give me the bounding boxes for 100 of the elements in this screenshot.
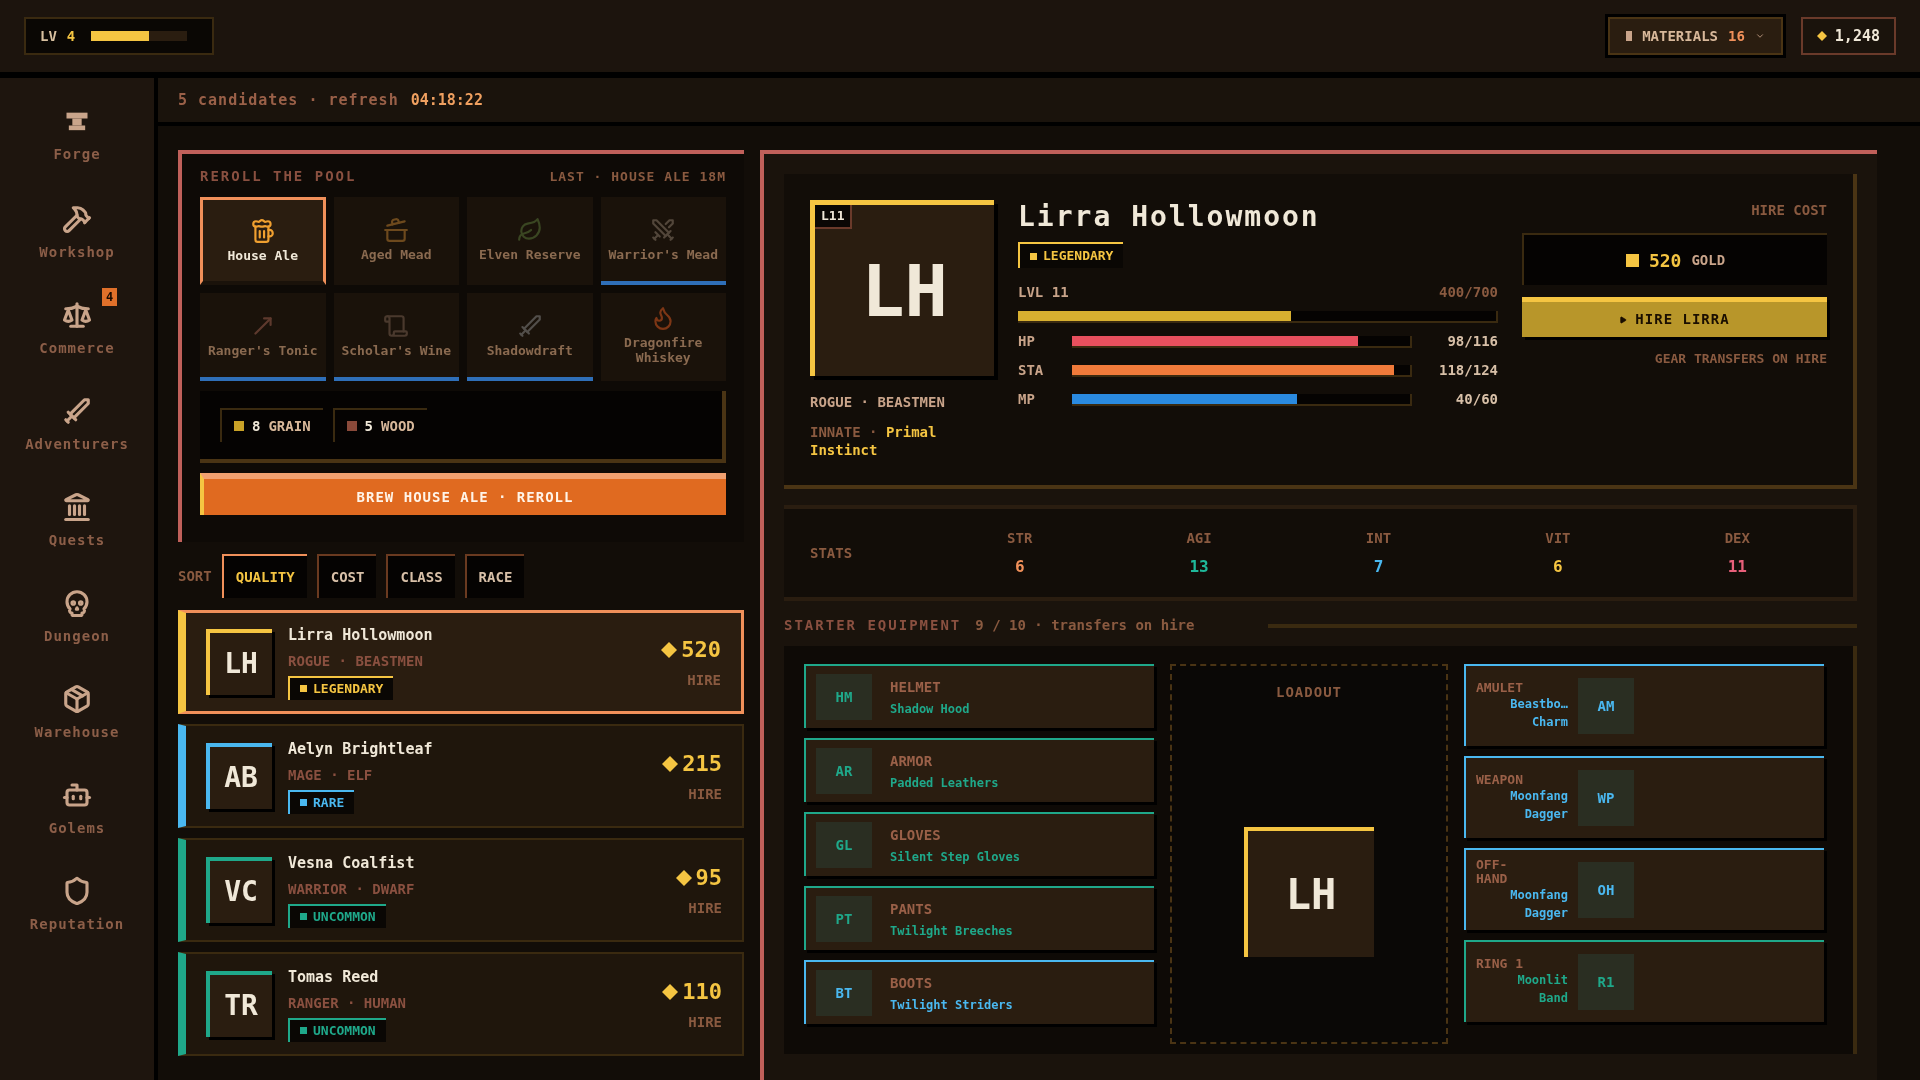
crate-icon [62,684,92,714]
xp-reading: 400/700 [1439,283,1498,302]
candidate-name: Lirra Hollowmoon [288,625,434,647]
ingredient-name: WOOD [381,416,415,436]
avatar: TR [206,971,272,1037]
equipment-slot[interactable]: RING 1 Moonlit Band R1 [1464,940,1824,1022]
brew-button[interactable]: BREW HOUSE ALE · REROLL [200,473,726,515]
brew-tile[interactable]: Aged Mead [333,197,459,285]
slot-code: AM [1578,678,1634,734]
equipment-slot[interactable]: AMULET Beastbo… Charm AM [1464,664,1824,746]
sort-tab[interactable]: QUALITY [221,554,307,598]
hire-label: HIRE [688,899,722,918]
pot-icon [383,216,410,243]
scales-icon [62,300,92,330]
sidebar-item[interactable]: Golems [2,768,152,850]
slot-code: PT [816,896,872,942]
hammer-icon [62,204,92,234]
slot-item: Silent Step Gloves [890,848,1021,866]
bar-reading: 98/116 [1446,332,1498,351]
ingredient-name: GRAIN [268,416,311,436]
equipment-slot[interactable]: OFF-HAND Moonfang Dagger OH [1464,848,1824,930]
avatar: AB [206,743,272,809]
sort-tab[interactable]: RACE [464,554,525,598]
brew-tile[interactable]: House Ale [200,197,326,285]
stat-label: STR [1007,528,1033,548]
sidebar-item[interactable]: Dungeon [2,576,152,658]
hire-button[interactable]: HIRE LIRRA [1522,297,1827,337]
sidebar-item[interactable]: Forge [2,96,152,178]
slot-item: Moonfang Dagger [1509,887,1568,922]
scroll-icon [383,312,410,339]
equipment-slot[interactable]: BT BOOTS Twilight Striders [804,960,1154,1024]
innate-trait: INNATE · Primal Instinct [810,423,938,459]
sidebar-item[interactable]: Adventurers [2,384,152,466]
equipment-slot[interactable]: AR ARMOR Padded Leathers [804,738,1154,802]
brew-tile[interactable]: Elven Reserve [467,197,593,285]
hire-label: HIRE [687,671,721,690]
candidate-card[interactable]: LH Lirra Hollowmoon ROGUE · BEASTMEN LEGENDARY 520 HIRE [178,610,744,714]
section-title: STARTER EQUIPMENT [784,616,962,635]
slot-item: Moonlit Band [1516,972,1568,1007]
equipment-slot[interactable]: WEAPON Moonfang Dagger WP [1464,756,1824,838]
brew-tile[interactable]: Scholar's Wine [333,293,459,381]
slot-label: OFF-HAND [1476,858,1509,886]
sort-tab[interactable]: COST [316,554,377,598]
equipment-slot[interactable]: GL GLOVES Silent Step Gloves [804,812,1154,876]
brew-tile[interactable]: Warrior's Mead [600,197,726,285]
candidate-card[interactable]: VC Vesna Coalfist WARRIOR · DWARF UNCOMMON 95 HIRE [178,838,744,942]
slot-code: HM [816,674,872,720]
slot-label: AMULET [1476,681,1524,695]
slot-item: Beastbo… Charm [1509,696,1568,731]
slot-code: WP [1578,770,1634,826]
play-icon [1619,315,1628,324]
hire-label: HIRE [688,785,722,804]
skull-icon [62,588,92,618]
slot-label: WEAPON [1476,773,1524,787]
stat-label: DEX [1724,528,1750,548]
xp-label: LVL 11 [1018,283,1069,302]
coin-icon [662,755,679,772]
slot-label: ARMOR [890,751,934,771]
refresh-timer: 04:18:22 [410,89,483,111]
candidate-class: MAGE · ELF [288,765,374,785]
candidate-card[interactable]: AB Aelyn Brightleaf MAGE · ELF RARE 215 HIRE [178,724,744,828]
class-race: ROGUE · BEASTMEN [810,393,946,412]
panel-title: REROLL THE POOL [200,167,357,186]
cost-unit: GOLD [1691,250,1726,270]
materials-button[interactable]: MATERIALS 16 [1608,17,1783,55]
slot-code: GL [816,822,872,868]
brew-tile[interactable]: Dragonfire Whiskey [600,293,726,381]
sort-label: SORT [178,566,212,586]
slot-code: R1 [1578,954,1634,1010]
equipment-slot[interactable]: PT PANTS Twilight Breeches [804,886,1154,950]
sort-tab[interactable]: CLASS [386,554,455,598]
slot-code: BT [816,970,872,1016]
hire-cost: 110 [682,978,722,1006]
hire-note: GEAR TRANSFERS ON HIRE [1654,350,1827,368]
sidebar-item[interactable]: Commerce 4 [2,288,152,370]
cost-amount: 520 [1648,248,1682,273]
stat-label: VIT [1545,528,1571,548]
bar-reading: 118/124 [1438,361,1498,380]
stat-label: AGI [1186,528,1212,548]
currency-amount: 1,248 [1834,25,1880,47]
slot-item: Shadow Hood [890,700,970,718]
candidate-name: Aelyn Brightleaf [288,739,434,761]
ingredient-amount: 8 [252,416,261,436]
shield-icon [62,876,92,906]
stat-value: 6 [1553,555,1563,578]
equipment-slot[interactable]: HM HELMET Shadow Hood [804,664,1154,728]
sidebar-item[interactable]: Warehouse [2,672,152,754]
level-label: LV [40,26,57,46]
sidebar-item[interactable]: Quests [2,480,152,562]
last-brew-text: LAST · HOUSE ALE 18M [549,167,726,186]
sidebar-item[interactable]: Reputation [2,864,152,946]
candidate-card[interactable]: TR Tomas Reed RANGER · HUMAN UNCOMMON 110 HIRE [178,952,744,1056]
coin-icon [675,869,692,886]
sidebar-item[interactable]: Workshop [2,192,152,274]
hire-cost-label: HIRE COST [1751,201,1827,220]
brew-tile[interactable]: Ranger's Tonic [200,293,326,381]
equipment-count: 9 / 10 · transfers on hire [975,616,1195,635]
loadout-portrait: LH [1244,827,1374,957]
loadout-label: LOADOUT [1276,683,1342,702]
brew-tile[interactable]: Shadowdraft [467,293,593,381]
